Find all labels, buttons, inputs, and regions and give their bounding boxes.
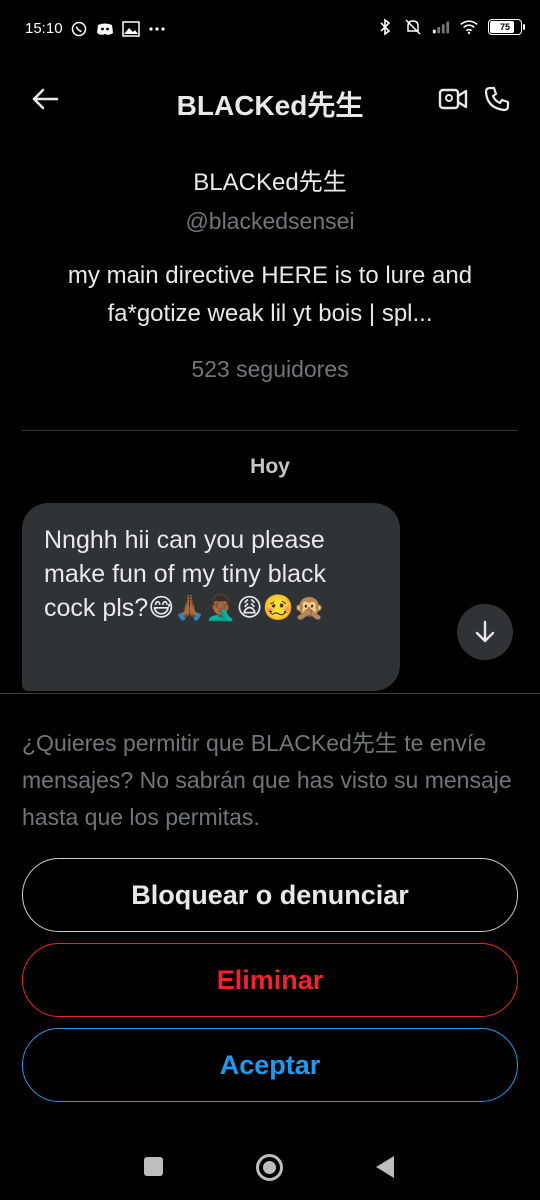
home-circle-icon[interactable] [256, 1154, 283, 1181]
divider [22, 430, 518, 431]
status-bar: 15:10 75 [0, 0, 540, 60]
message-bubble[interactable]: Nnghh hii can you please make fun of my … [22, 503, 400, 691]
profile-name: BLACKed先生 [193, 169, 347, 196]
battery-icon: 75 [488, 19, 525, 35]
wifi-icon [460, 18, 478, 36]
scroll-to-bottom-button[interactable] [457, 604, 513, 660]
video-call-button[interactable] [436, 82, 470, 116]
more-dots-icon [148, 20, 166, 38]
profile-followers: 523 seguidores [191, 356, 349, 382]
block-or-report-button[interactable]: Bloquear o denunciar [22, 858, 518, 932]
divider [0, 693, 540, 694]
status-right-icons: 75 [376, 18, 525, 36]
day-label: Hoy [250, 455, 290, 478]
battery-level: 75 [499, 22, 510, 32]
back-triangle-icon[interactable] [376, 1156, 394, 1178]
message-request-prompt: ¿Quieres permitir que BLACKed先生 te envíe… [22, 730, 512, 830]
delete-button[interactable]: Eliminar [22, 943, 518, 1017]
conversation-header: BLACKed先生 [0, 60, 540, 140]
phone-icon [484, 86, 510, 112]
home-circle-inner [263, 1161, 276, 1174]
profile-handle: @blackedsensei [185, 208, 355, 234]
profile-bio: my main directive HERE is to lure and fa… [67, 262, 473, 327]
accept-button[interactable]: Aceptar [22, 1028, 518, 1102]
bluetooth-icon [376, 18, 394, 36]
video-call-icon [438, 88, 468, 110]
image-icon [122, 20, 140, 38]
whatsapp-icon [70, 20, 88, 38]
status-time: 15:10 [25, 20, 63, 37]
signal-icon [432, 18, 450, 36]
status-left-icons [70, 20, 166, 38]
phone-call-button[interactable] [480, 82, 514, 116]
arrow-down-icon [475, 620, 495, 643]
mute-icon [404, 18, 422, 36]
profile-summary[interactable]: BLACKed先生 @blackedsensei my main directi… [0, 165, 540, 387]
discord-icon [96, 20, 114, 38]
recents-square-icon[interactable] [144, 1157, 163, 1176]
system-nav-bar [0, 1135, 540, 1200]
